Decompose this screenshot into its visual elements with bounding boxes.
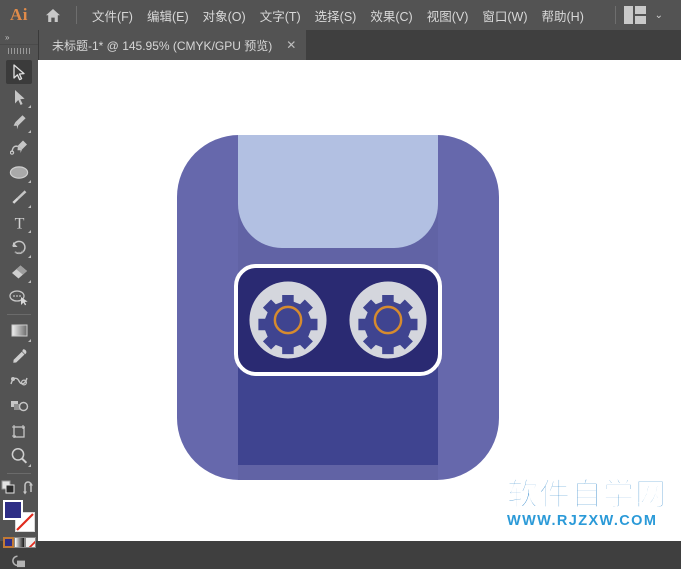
document-tab[interactable]: 未标题-1* @ 145.95% (CMYK/GPU 预览) ✕ <box>38 30 307 60</box>
tool-flyout-indicator <box>28 205 31 208</box>
ellipse-icon <box>9 165 29 179</box>
tool-flyout-indicator <box>28 255 31 258</box>
illustrator-window: Ai 文件(F) 编辑(E) 对象(O) 文字(T) 选择(S) 效果(C) 视… <box>0 0 681 568</box>
menu-item-select[interactable]: 选择(S) <box>308 2 364 29</box>
screen-mode-icon[interactable] <box>11 555 28 569</box>
toolbar-drag-handle[interactable] <box>0 44 38 57</box>
home-icon[interactable] <box>38 0 68 30</box>
menu-item-file[interactable]: 文件(F) <box>85 2 140 29</box>
gear-left <box>249 281 327 359</box>
default-fill-stroke-icon[interactable] <box>1 480 18 496</box>
menu-item-type[interactable]: 文字(T) <box>253 2 308 29</box>
magnifier-icon <box>11 448 27 464</box>
rotate-icon <box>12 240 26 254</box>
menu-item-help[interactable]: 帮助(H) <box>535 2 591 29</box>
color-controls <box>1 478 37 569</box>
selection-tool[interactable] <box>6 60 32 84</box>
fill-stroke-actions <box>1 480 37 496</box>
home-glyph <box>46 8 60 22</box>
gradient-tool[interactable] <box>6 319 32 343</box>
blend-icon <box>10 377 28 386</box>
direct-selection-tool[interactable] <box>6 85 32 109</box>
swap-fill-stroke-icon[interactable] <box>22 480 37 496</box>
document-canvas[interactable]: 软件自学网 WWW.RJZXW.COM <box>38 60 681 541</box>
tool-flyout-indicator <box>28 464 31 467</box>
toolbar-divider-2 <box>7 473 31 474</box>
toolbar-divider <box>7 314 31 315</box>
eraser-icon <box>11 265 27 279</box>
shape-builder-tool[interactable] <box>6 285 32 309</box>
shape-builder-icon <box>9 289 28 305</box>
ws-left-pane <box>623 6 633 24</box>
curvature-pen-icon <box>9 140 27 155</box>
tool-flyout-indicator <box>28 230 31 233</box>
icon-visor-panel <box>238 135 438 248</box>
menu-item-object[interactable]: 对象(O) <box>196 2 253 29</box>
close-icon[interactable]: ✕ <box>286 39 296 51</box>
none-swatch[interactable] <box>24 537 36 548</box>
color-mode-swatches <box>2 537 36 548</box>
tool-flyout-indicator <box>28 339 31 342</box>
selection-arrow-icon <box>12 63 25 80</box>
watermark-url: WWW.RJZXW.COM <box>507 513 658 530</box>
robot-app-icon[interactable] <box>177 117 499 480</box>
tool-flyout-indicator <box>28 130 31 133</box>
pen-tool[interactable] <box>6 110 32 134</box>
pen-nib-icon <box>13 114 26 129</box>
type-T-icon: T <box>14 215 24 231</box>
gradient-icon <box>11 324 27 337</box>
paintbrush-tool[interactable] <box>6 185 32 209</box>
gear-right <box>349 281 427 359</box>
curvature-tool[interactable] <box>6 135 32 159</box>
eyedropper-tool[interactable] <box>6 344 32 368</box>
chevron-down-icon[interactable]: ⌄ <box>655 10 663 21</box>
svg-text:T: T <box>14 215 24 231</box>
symbol-sprayer-icon <box>11 401 29 412</box>
ws-bottom-pane <box>634 16 646 24</box>
watermark-title: 软件自学网 <box>507 477 667 514</box>
tool-flyout-indicator <box>28 280 31 283</box>
fill-swatch[interactable] <box>3 500 23 520</box>
document-tab-bar: 未标题-1* @ 145.95% (CMYK/GPU 预览) ✕ <box>0 30 681 60</box>
gradient-swatch[interactable] <box>13 537 25 548</box>
watermark: 软件自学网 WWW.RJZXW.COM <box>507 477 667 531</box>
blend-tool[interactable] <box>6 369 32 393</box>
symbol-sprayer-tool[interactable] <box>6 394 32 418</box>
toolbar-expand-button[interactable]: » <box>0 30 38 44</box>
zoom-tool[interactable] <box>6 444 32 468</box>
none-slash-icon <box>28 540 35 547</box>
tools-panel: » T <box>0 30 39 568</box>
menu-bar-right: ⌄ <box>607 6 681 24</box>
menu-divider <box>76 6 77 24</box>
type-tool[interactable]: T <box>6 210 32 234</box>
menu-items: 文件(F) 编辑(E) 对象(O) 文字(T) 选择(S) 效果(C) 视图(V… <box>85 2 591 29</box>
tool-flyout-indicator <box>28 105 31 108</box>
direct-selection-arrow-icon <box>14 89 25 105</box>
rotate-tool[interactable] <box>6 235 32 259</box>
menu-item-window[interactable]: 窗口(W) <box>475 2 534 29</box>
eyedropper-icon <box>12 348 26 363</box>
artboard-tool[interactable] <box>6 419 32 443</box>
ellipse-tool[interactable] <box>6 160 32 184</box>
icon-gear-panel <box>234 264 442 376</box>
menu-item-edit[interactable]: 编辑(E) <box>140 2 196 29</box>
workspace-layout-icon[interactable]: ⌄ <box>623 6 663 24</box>
ws-top-pane <box>634 6 646 14</box>
paintbrush-icon <box>11 189 26 204</box>
eraser-tool[interactable] <box>6 260 32 284</box>
workspace-layout-glyph <box>623 6 646 24</box>
tool-flyout-indicator <box>28 180 31 183</box>
document-tab-title: 未标题-1* @ 145.95% (CMYK/GPU 预览) <box>52 38 273 53</box>
menu-bar: Ai 文件(F) 编辑(E) 对象(O) 文字(T) 选择(S) 效果(C) 视… <box>0 0 681 30</box>
screen-mode-glyph <box>11 555 25 568</box>
fill-stroke-swatches <box>3 500 35 532</box>
menu-item-view[interactable]: 视图(V) <box>420 2 476 29</box>
app-logo: Ai <box>10 5 28 24</box>
menu-divider-right <box>614 6 616 24</box>
menu-item-effect[interactable]: 效果(C) <box>363 2 419 29</box>
tool-list: T <box>0 57 38 569</box>
artboard-icon <box>11 424 25 438</box>
color-swatch[interactable] <box>2 537 14 548</box>
